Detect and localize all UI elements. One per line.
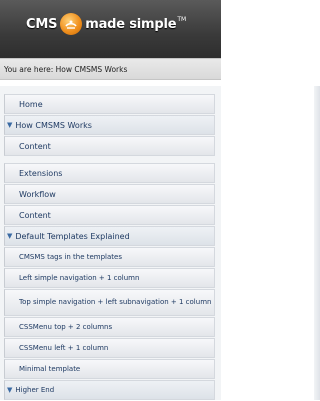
subnav-item-left-simple[interactable]: Left simple navigation + 1 column xyxy=(4,268,215,288)
breadcrumb: You are here: How CMSMS Works xyxy=(0,58,221,80)
subnav-item-label: CSSMenu top + 2 columns xyxy=(19,323,113,331)
nav-item-label: Home xyxy=(19,99,43,109)
expanded-arrow-icon: ▼ xyxy=(7,121,13,129)
breadcrumb-text: You are here: How CMSMS Works xyxy=(4,64,128,74)
subnav-item-label: Top simple navigation + left subnavigati… xyxy=(19,298,212,306)
nav-item-label: Default Templates Explained xyxy=(15,231,130,241)
logo-trademark: TM xyxy=(177,15,187,23)
nav-item-default-templates[interactable]: ▼ Default Templates Explained xyxy=(4,226,215,246)
subnav-item-minimal[interactable]: Minimal template xyxy=(4,359,215,379)
nav-item-label: Content xyxy=(19,210,51,220)
nav-item-how-cmsms-works[interactable]: ▼ How CMSMS Works xyxy=(4,115,215,135)
site-logo[interactable]: CMS made simple TM xyxy=(26,13,186,35)
subnav-item-cssmenu-top[interactable]: CSSMenu top + 2 columns xyxy=(4,317,215,337)
site-header: CMS made simple TM xyxy=(0,0,221,58)
subnav-item-label: CSSMenu left + 1 column xyxy=(19,344,109,352)
expanded-arrow-icon: ▼ xyxy=(7,232,13,240)
nav-item-label: How CMSMS Works xyxy=(15,120,92,130)
nav-item-content-2[interactable]: Content xyxy=(4,205,215,225)
logo-text-right: made simple xyxy=(85,16,177,32)
subnav-item-top-simple[interactable]: Top simple navigation + left subnavigati… xyxy=(4,289,215,316)
nav-item-label: Content xyxy=(19,141,51,151)
subnav-item-cssmenu-left[interactable]: CSSMenu left + 1 column xyxy=(4,338,215,358)
side-navigation: Home ▼ How CMSMS Works Content Extension… xyxy=(4,94,215,401)
logo-sun-icon xyxy=(60,13,83,35)
expanded-arrow-icon: ▼ xyxy=(7,386,13,394)
logo-text-left: CMS xyxy=(26,16,58,32)
nav-item-label: Higher End xyxy=(15,386,55,394)
nav-frame-edge xyxy=(314,86,320,400)
subnav-item-cmsms-tags[interactable]: CMSMS tags in the templates xyxy=(4,247,215,267)
nav-item-label: Workflow xyxy=(19,189,56,199)
subnav-item-label: Minimal template xyxy=(19,365,81,373)
nav-item-extensions[interactable]: Extensions xyxy=(4,163,215,183)
nav-item-workflow[interactable]: Workflow xyxy=(4,184,215,204)
nav-item-home[interactable]: Home xyxy=(4,94,215,114)
subnav-item-label: Left simple navigation + 1 column xyxy=(19,274,140,282)
nav-item-higher-end[interactable]: ▼ Higher End xyxy=(4,380,215,400)
nav-item-content[interactable]: Content xyxy=(4,136,215,156)
nav-item-label: Extensions xyxy=(19,168,63,178)
subnav-item-label: CMSMS tags in the templates xyxy=(19,253,122,261)
